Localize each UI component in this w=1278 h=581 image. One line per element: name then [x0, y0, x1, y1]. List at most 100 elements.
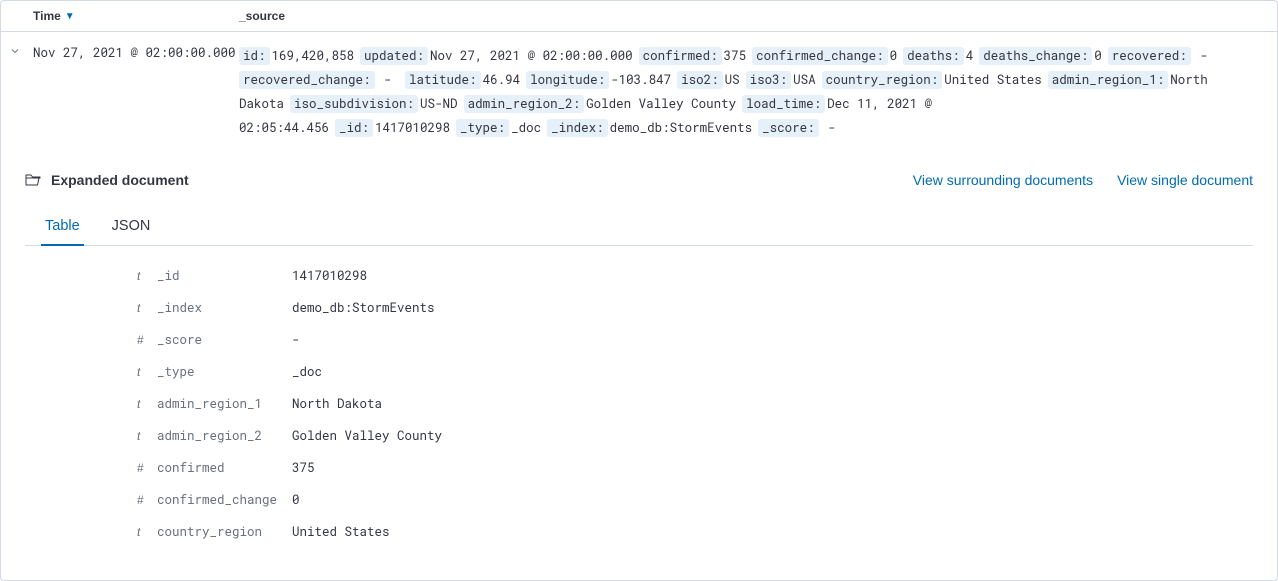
field-name: admin_region_2 [157, 428, 292, 444]
source-field-key: confirmed_change: [752, 47, 888, 65]
results-header: Time ▼ _source [1, 1, 1277, 32]
view-surrounding-link[interactable]: View surrounding documents [913, 172, 1093, 188]
expanded-document: Expanded document View surrounding docum… [1, 140, 1277, 548]
doc-tabs: Table JSON [25, 210, 1253, 246]
column-header-time[interactable]: Time ▼ [33, 9, 239, 23]
source-field-value: 46.94 [483, 72, 521, 88]
discover-panel: Time ▼ _source Nov 27, 2021 @ 02:00:00.0… [0, 0, 1278, 581]
field-type-icon: t [137, 365, 157, 379]
source-field-key: iso3: [746, 71, 792, 89]
expanded-title: Expanded document [25, 172, 189, 188]
field-type-icon: t [137, 301, 157, 315]
source-field-value: 375 [724, 48, 747, 64]
field-name: _score [157, 332, 292, 348]
source-field-value: - [377, 72, 400, 88]
field-value: Golden Valley County [292, 428, 442, 444]
source-field-key: updated: [360, 47, 428, 65]
source-field-value: US-ND [420, 96, 458, 112]
result-row: Nov 27, 2021 @ 02:00:00.000 id:169,420,8… [1, 32, 1277, 140]
source-field-value: -103.847 [611, 72, 671, 88]
source-field-value: 0 [1094, 48, 1102, 64]
expanded-header: Expanded document View surrounding docum… [25, 172, 1253, 188]
field-value: demo_db:StormEvents [292, 300, 435, 316]
source-field-key: _type: [456, 119, 509, 137]
field-row: tadmin_region_2Golden Valley County [137, 420, 1253, 452]
field-value: 1417010298 [292, 268, 367, 284]
field-row: #_score - [137, 324, 1253, 356]
source-field-key: recovered_change: [239, 71, 375, 89]
source-field-value: - [821, 120, 836, 136]
field-name: _type [157, 364, 292, 380]
source-field-key: _index: [547, 119, 608, 137]
source-field-key: recovered: [1108, 47, 1191, 65]
field-value: 375 [292, 460, 315, 476]
document-links: View surrounding documents View single d… [913, 172, 1253, 188]
field-type-icon: # [137, 493, 157, 507]
source-field-key: load_time: [742, 95, 825, 113]
source-field-value: United States [944, 72, 1042, 88]
field-value: _doc [292, 364, 322, 380]
field-row: tcountry_regionUnited States [137, 516, 1253, 548]
source-field-value: 169,420,858 [272, 48, 355, 64]
field-value: - [292, 332, 300, 348]
source-field-key: _score: [758, 119, 819, 137]
field-type-icon: t [137, 269, 157, 283]
field-row: #confirmed375 [137, 452, 1253, 484]
field-row: t_indexdemo_db:StormEvents [137, 292, 1253, 324]
chevron-down-icon [9, 45, 21, 57]
source-field-value: demo_db:StormEvents [610, 120, 753, 136]
source-field-key: longitude: [526, 71, 609, 89]
source-field-value: USA [793, 72, 816, 88]
field-name: admin_region_1 [157, 396, 292, 412]
field-type-icon: t [137, 525, 157, 539]
field-value: United States [292, 524, 390, 540]
field-row: tadmin_region_1North Dakota [137, 388, 1253, 420]
folder-open-icon [25, 172, 41, 188]
field-name: country_region [157, 524, 292, 540]
field-type-icon: t [137, 429, 157, 443]
source-field-key: iso2: [677, 71, 723, 89]
row-timestamp: Nov 27, 2021 @ 02:00:00.000 [33, 44, 239, 140]
column-header-source[interactable]: _source [239, 9, 1277, 23]
source-field-value: 0 [890, 48, 898, 64]
row-source: id:169,420,858 updated:Nov 27, 2021 @ 02:… [239, 44, 1257, 140]
source-field-key: country_region: [822, 71, 943, 89]
field-row: t_id1417010298 [137, 260, 1253, 292]
expand-toggle[interactable] [9, 44, 33, 140]
source-field-key: _id: [335, 119, 373, 137]
field-name: _id [157, 268, 292, 284]
source-field-value: Golden Valley County [586, 96, 736, 112]
field-table: t_id1417010298t_indexdemo_db:StormEvents… [25, 246, 1253, 548]
source-field-value: 1417010298 [375, 120, 450, 136]
source-field-value: - [1193, 48, 1208, 64]
source-header-label: _source [239, 9, 285, 23]
tab-table[interactable]: Table [41, 210, 84, 246]
source-field-value: _doc [511, 120, 541, 136]
field-row: #confirmed_change0 [137, 484, 1253, 516]
source-field-key: iso_subdivision: [290, 95, 418, 113]
source-field-key: latitude: [405, 71, 481, 89]
source-field-key: admin_region_2: [464, 95, 585, 113]
source-field-key: confirmed: [639, 47, 722, 65]
view-single-link[interactable]: View single document [1117, 172, 1253, 188]
source-field-value: US [725, 72, 740, 88]
field-type-icon: t [137, 397, 157, 411]
time-header-label: Time [33, 9, 61, 23]
source-field-key: id: [239, 47, 270, 65]
source-field-value: 4 [966, 48, 974, 64]
sort-desc-icon: ▼ [65, 11, 75, 22]
field-name: _index [157, 300, 292, 316]
field-type-icon: # [137, 333, 157, 347]
field-value: 0 [292, 492, 300, 508]
expanded-title-text: Expanded document [51, 172, 189, 188]
source-field-key: deaths: [903, 47, 964, 65]
field-type-icon: # [137, 461, 157, 475]
field-name: confirmed [157, 460, 292, 476]
field-row: t_type_doc [137, 356, 1253, 388]
source-field-value: Nov 27, 2021 @ 02:00:00.000 [430, 48, 633, 64]
field-value: North Dakota [292, 396, 382, 412]
field-name: confirmed_change [157, 492, 292, 508]
tab-json[interactable]: JSON [108, 210, 155, 245]
source-field-key: deaths_change: [979, 47, 1092, 65]
source-field-key: admin_region_1: [1048, 71, 1169, 89]
